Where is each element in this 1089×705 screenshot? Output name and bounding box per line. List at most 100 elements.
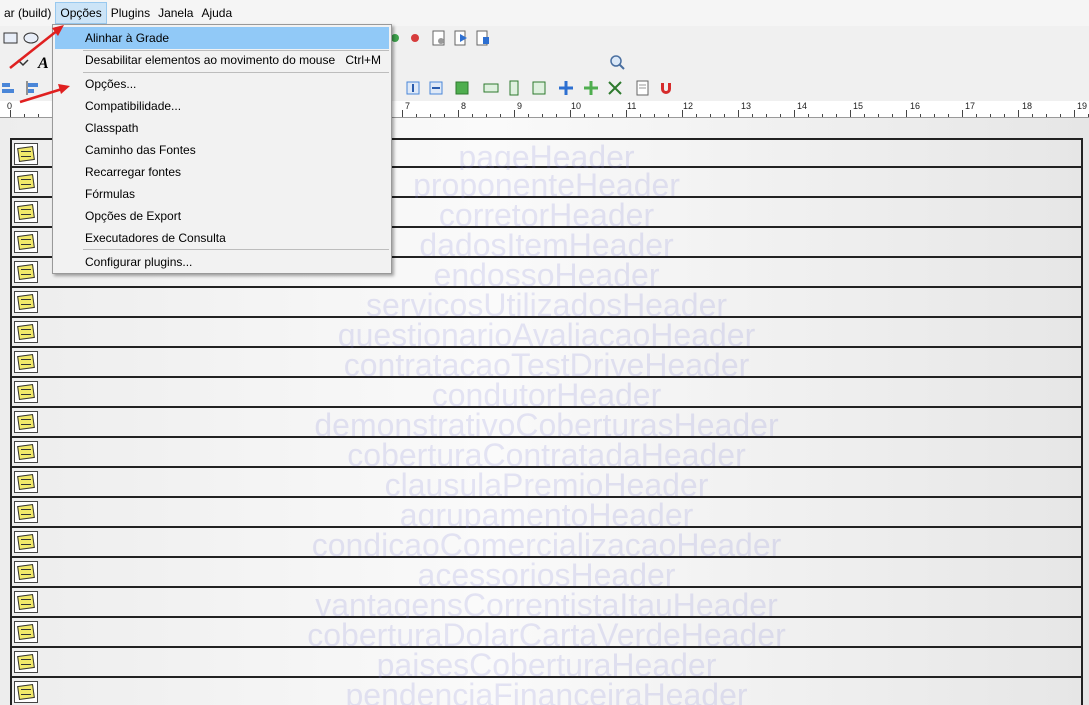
band[interactable]: vantagensCorrentistaItauHeader [10, 588, 1083, 618]
ruler-tick [10, 110, 11, 117]
page-settings-icon[interactable] [430, 29, 448, 47]
band-name: servicosUtilizadosHeader [365, 288, 728, 318]
opcoes-dropdown-menu: Alinhar à Grade Desabilitar elementos ao… [52, 24, 392, 274]
center-horizontal-icon[interactable] [557, 79, 575, 97]
band[interactable]: contratacaoTestDriveHeader [10, 348, 1083, 378]
band[interactable]: servicosUtilizadosHeader [10, 288, 1083, 318]
band[interactable]: condicaoComercializacaoHeader [10, 528, 1083, 558]
band-name: clausulaPremioHeader [384, 468, 709, 498]
ruler-tick [1032, 114, 1033, 117]
menu-item-desabilitar-elementos[interactable]: Desabilitar elementos ao movimento do mo… [55, 49, 389, 71]
menu-item-executadores-consulta[interactable]: Executadores de Consulta [55, 227, 389, 249]
ruler-tick [444, 114, 445, 117]
ruler-tick [500, 114, 501, 117]
band[interactable]: questionarioAvaliacaoHeader [10, 318, 1083, 348]
ellipse-tool-icon[interactable] [22, 29, 40, 47]
align-left-icon[interactable] [0, 79, 18, 97]
menu-janela[interactable]: Janela [154, 2, 197, 24]
menu-item-label: Configurar plugins... [85, 255, 193, 269]
band-name: coberturaDolarCartaVerdeHeader [307, 618, 786, 648]
align-middle-icon[interactable] [427, 79, 445, 97]
chevron-down-icon[interactable] [14, 53, 32, 71]
run-report-icon[interactable] [452, 29, 470, 47]
remove-red-icon[interactable] [406, 29, 424, 47]
ruler-tick [24, 114, 25, 117]
menu-build[interactable]: ar (build) [0, 2, 55, 24]
magnet-icon[interactable] [657, 79, 675, 97]
ruler-tick [556, 114, 557, 117]
band[interactable]: agrupamentoHeader [10, 498, 1083, 528]
ruler-label: 17 [965, 101, 976, 111]
band[interactable]: coberturaContratadaHeader [10, 438, 1083, 468]
ruler-tick [626, 110, 627, 117]
search-icon[interactable] [608, 53, 626, 71]
preview-report-icon[interactable] [474, 29, 492, 47]
menu-item-label: Executadores de Consulta [85, 231, 226, 245]
ruler-label: 18 [1022, 101, 1033, 111]
menu-plugins[interactable]: Plugins [107, 2, 154, 24]
ruler-label: 11 [627, 101, 637, 111]
band[interactable]: condutorHeader [10, 378, 1083, 408]
band-name: contratacaoTestDriveHeader [343, 348, 750, 378]
menu-item-label: Recarregar fontes [85, 165, 182, 179]
menu-ajuda[interactable]: Ajuda [197, 2, 236, 24]
menu-item-configurar-plugins[interactable]: Configurar plugins... [55, 251, 389, 273]
menu-item-label: Compatibilidade... [85, 99, 182, 113]
ruler-tick [864, 114, 865, 117]
ruler-tick [822, 114, 823, 117]
align-center-icon[interactable] [24, 79, 42, 97]
menu-item-classpath[interactable]: Classpath [55, 117, 389, 139]
ruler-label: 8 [461, 101, 467, 111]
same-width-icon[interactable] [482, 79, 500, 97]
band-name: pendenciaFinanceiraHeader [345, 678, 748, 705]
ruler-label: 16 [910, 101, 921, 111]
ruler-tick [724, 114, 725, 117]
menu-item-opcoes[interactable]: Opções... [55, 73, 389, 95]
menu-item-recarregar-fontes[interactable]: Recarregar fontes [55, 161, 389, 183]
ruler-tick [808, 114, 809, 117]
stretch-icon[interactable] [606, 79, 624, 97]
menu-item-label: Opções de Export [85, 209, 182, 223]
menu-item-caminho-fontes[interactable]: Caminho das Fontes [55, 139, 389, 161]
ruler-tick [654, 114, 655, 117]
band[interactable]: clausulaPremioHeader [10, 468, 1083, 498]
band[interactable]: coberturaDolarCartaVerdeHeader [10, 618, 1083, 648]
center-vertical-icon[interactable] [582, 79, 600, 97]
ruler-tick [416, 114, 417, 117]
ruler-tick [892, 114, 893, 117]
fit-band-icon[interactable] [530, 79, 548, 97]
band[interactable]: pendenciaFinanceiraHeader [10, 678, 1083, 705]
align-top-icon[interactable] [404, 79, 422, 97]
menu-item-label: Caminho das Fontes [85, 143, 196, 157]
rectangle-tool-icon[interactable] [2, 29, 20, 47]
band-name: paisesCoberturaHeader [376, 648, 717, 678]
same-height-icon[interactable] [505, 79, 523, 97]
ruler-tick [38, 114, 39, 117]
ruler-tick [1018, 110, 1019, 117]
ruler-label: 13 [741, 101, 752, 111]
menu-item-compatibilidade[interactable]: Compatibilidade... [55, 95, 389, 117]
ruler-tick [836, 114, 837, 117]
ruler-tick [934, 114, 935, 117]
band[interactable]: paisesCoberturaHeader [10, 648, 1083, 678]
menu-item-label: Desabilitar elementos ao movimento do mo… [85, 53, 336, 67]
band-name: vantagensCorrentistaItauHeader [315, 588, 778, 618]
band[interactable]: acessoriosHeader [10, 558, 1083, 588]
ruler-tick [850, 110, 851, 117]
menu-opcoes[interactable]: Opções [55, 2, 107, 24]
ruler-tick [598, 114, 599, 117]
ruler-label: 9 [517, 101, 523, 111]
ruler-tick [584, 114, 585, 117]
band-name: agrupamentoHeader [399, 498, 694, 528]
menu-item-opcoes-export[interactable]: Opções de Export [55, 205, 389, 227]
band-name: condicaoComercializacaoHeader [311, 528, 782, 558]
menu-item-label: Fórmulas [85, 187, 136, 201]
ruler-tick [752, 114, 753, 117]
menu-item-formulas[interactable]: Fórmulas [55, 183, 389, 205]
menu-item-alinhar-grade[interactable]: Alinhar à Grade [55, 27, 389, 49]
page-icon[interactable] [634, 79, 652, 97]
ruler-tick [738, 110, 739, 117]
band-name: questionarioAvaliacaoHeader [337, 318, 756, 348]
band[interactable]: demonstrativoCoberturasHeader [10, 408, 1083, 438]
same-size-icon[interactable] [453, 79, 471, 97]
